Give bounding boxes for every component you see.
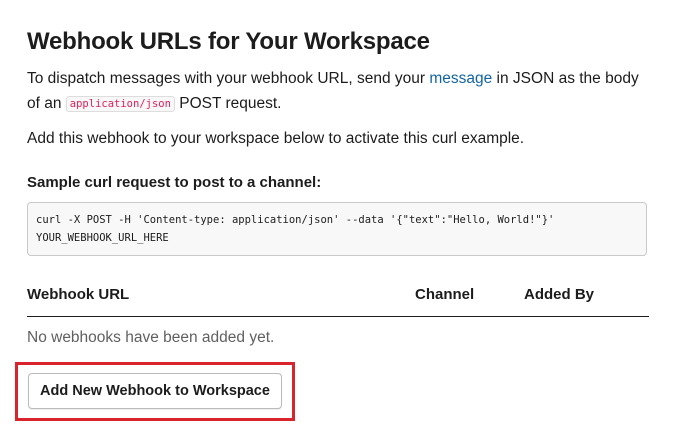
code-line-1: curl -X POST -H 'Content-type: applicati… <box>36 214 555 226</box>
activate-instructions: Add this webhook to your workspace below… <box>27 130 525 147</box>
intro-paragraph: To dispatch messages with your webhook U… <box>27 66 649 117</box>
sample-curl-code-block: curl -X POST -H 'Content-type: applicati… <box>27 202 647 256</box>
sample-curl-label: Sample curl request to post to a channel… <box>27 174 322 191</box>
message-link[interactable]: message <box>429 70 492 87</box>
empty-webhooks-message: No webhooks have been added yet. <box>27 329 275 346</box>
page-title: Webhook URLs for Your Workspace <box>27 28 430 55</box>
intro-text-start: To dispatch messages with your webhook U… <box>27 70 430 87</box>
column-header-webhook-url: Webhook URL <box>27 286 130 303</box>
content-type-code: application/json <box>65 96 175 112</box>
code-line-2: YOUR_WEBHOOK_URL_HERE <box>36 232 169 244</box>
add-new-webhook-button[interactable]: Add New Webhook to Workspace <box>28 373 282 409</box>
intro-text-end: POST request. <box>174 95 282 112</box>
column-header-channel: Channel <box>415 286 475 303</box>
webhooks-table-header: Webhook URL Channel Added By <box>27 286 649 317</box>
column-header-added-by: Added By <box>524 286 595 303</box>
